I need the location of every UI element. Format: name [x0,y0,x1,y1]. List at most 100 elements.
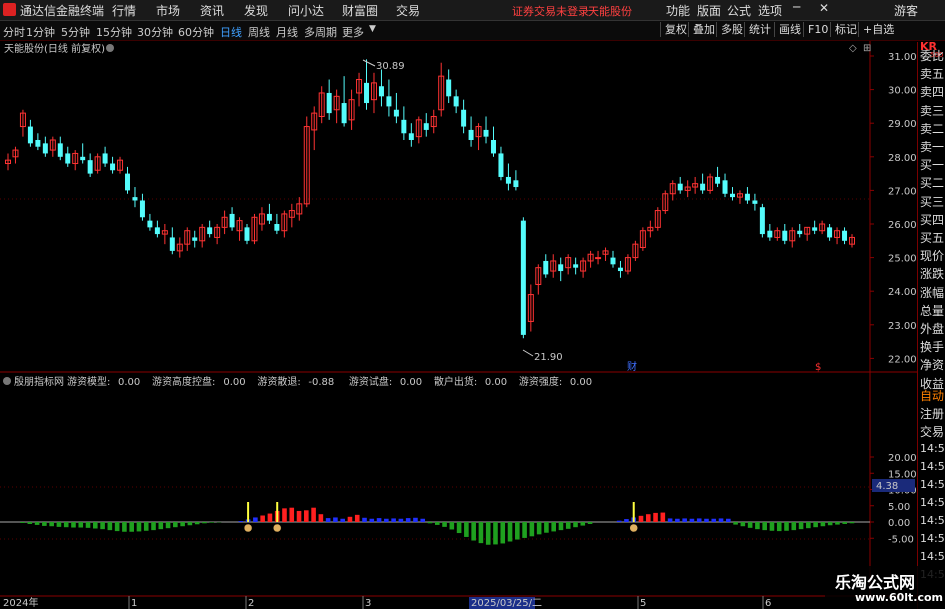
indicator-bar-negative [740,522,746,527]
indicator-bar-negative [813,522,818,528]
menu-wealth[interactable]: 财富圈 [342,2,378,19]
indicator-bar-positive [333,517,338,522]
candle-body [759,207,765,235]
candle-body [207,227,213,235]
user-label[interactable]: 游客 [894,2,918,19]
period-5min[interactable]: 5分钟 [61,24,90,40]
quote-field-label: 外盘 [920,322,945,336]
trade-button[interactable]: 交易 [920,423,944,440]
indicator-bar-negative [507,522,513,542]
x-label-feb: 2 [248,598,254,609]
indicator-bar-negative [755,522,760,530]
period-intraday[interactable]: 分时 [3,24,25,40]
watermark: 乐淘公式网 www.60lt.com [825,566,945,609]
legend-label: 散户出货: [434,375,477,388]
price-tick-label: 25.00 [888,254,917,265]
indicator-bar-negative [551,522,556,532]
indicator-bar-negative [849,522,855,524]
legend-value: 0.00 [570,377,592,388]
period-1min[interactable]: 1分钟 [26,24,55,40]
price-tick-label: 26.00 [888,220,917,231]
tick-time: 14:56 [920,532,945,545]
indicator-bar-negative [544,522,549,533]
quote-field-label: 委比 [920,49,945,63]
indicator-bar-negative [493,522,498,545]
options-button[interactable]: 选项 [758,2,782,19]
tick-time: 14:56 [920,478,945,491]
chart-area[interactable]: 天能股份(日线 前复权) ◇ ⊞ 31.0030.0029.0028.0027.… [0,41,917,609]
candle-body [461,109,467,127]
dividend-marker[interactable]: $ [815,362,821,373]
candle-body [132,197,138,201]
indicator-bar-negative [194,522,200,525]
period-monthly[interactable]: 月线 [276,24,298,40]
legend-value: -0.88 [308,377,334,388]
indicator-bar-negative [565,522,571,529]
statistics-button[interactable]: 统计 [744,22,775,37]
login-notice[interactable]: 证券交易未登录 [512,3,589,19]
add-watchlist-button[interactable]: +自选 [858,22,898,37]
price-tick-label: 28.00 [888,153,917,164]
indicator-bar-negative [784,522,789,531]
function-button[interactable]: 功能 [666,2,690,19]
mark-button[interactable]: 标记 [830,22,861,37]
layout-button[interactable]: 版面 [697,2,721,19]
menu-news[interactable]: 资讯 [200,2,224,19]
menu-ask[interactable]: 问小达 [288,2,324,19]
candle-body [797,230,803,235]
f10-button[interactable]: F10 [803,22,832,37]
quote-field-label: 换手 [920,340,945,355]
period-60min[interactable]: 60分钟 [178,24,214,40]
formula-button[interactable]: 公式 [727,2,751,19]
indicator-bar-negative [85,522,91,528]
restore-rights-button[interactable]: 复权 [660,22,691,37]
indicator-settings-icon[interactable] [3,377,11,385]
period-more[interactable]: 更多 [342,24,364,40]
draw-line-button[interactable]: 画线 [774,22,805,37]
indicator-bar-negative [129,522,134,532]
indicator-bar-negative [842,522,848,524]
diamond-icon[interactable]: ◇ [849,43,857,54]
overlay-button[interactable]: 叠加 [688,22,719,37]
indicator-bar-negative [20,522,25,523]
candle-body [453,96,459,107]
period-30min[interactable]: 30分钟 [137,24,173,40]
indicator-bar-negative [791,522,797,531]
candle-body [729,193,735,198]
close-icon[interactable]: ✕ [819,1,829,15]
quote-field-label: 卖四 [920,85,945,100]
period-15min[interactable]: 15分钟 [96,24,132,40]
indicator-bar-negative [536,522,542,535]
indicator-bar-negative [456,522,462,534]
menu-market[interactable]: 行情 [112,2,136,19]
indicator-bar-positive [325,518,331,522]
maximize-icon[interactable]: ⊞ [863,43,871,54]
period-weekly[interactable]: 周线 [248,24,270,40]
chevron-down-icon[interactable]: ▼ [369,24,376,34]
low-price-label: 21.90 [534,352,563,363]
period-daily[interactable]: 日线 [220,24,242,40]
minimize-icon[interactable]: ─ [793,0,800,14]
indicator-bar-positive [405,518,411,522]
menu-markets[interactable]: 市场 [156,2,180,19]
register-button[interactable]: 注册 [920,405,944,422]
candle-body [744,193,750,201]
legend-label: 游资高度控盘: [152,375,215,388]
menu-trade[interactable]: 交易 [396,2,420,19]
coin-icon [272,523,282,533]
tick-time: 14:56 [920,442,945,455]
auto-button[interactable]: 自动 [920,387,944,404]
multi-stock-button[interactable]: 多股 [716,22,747,37]
candle-body [27,126,33,144]
candle-body [782,230,788,241]
indicator-bars [20,507,855,545]
indicator-bar-positive [667,518,673,522]
candle-body [715,176,721,184]
period-multi[interactable]: 多周期 [304,24,337,40]
indicator-bar-negative [78,522,84,528]
settings-circle-icon[interactable] [106,44,114,52]
candle-body [364,82,370,104]
legend-label: 游资散退: [257,375,300,388]
finance-marker[interactable]: 财 [627,360,637,373]
menu-discover[interactable]: 发现 [244,2,268,19]
